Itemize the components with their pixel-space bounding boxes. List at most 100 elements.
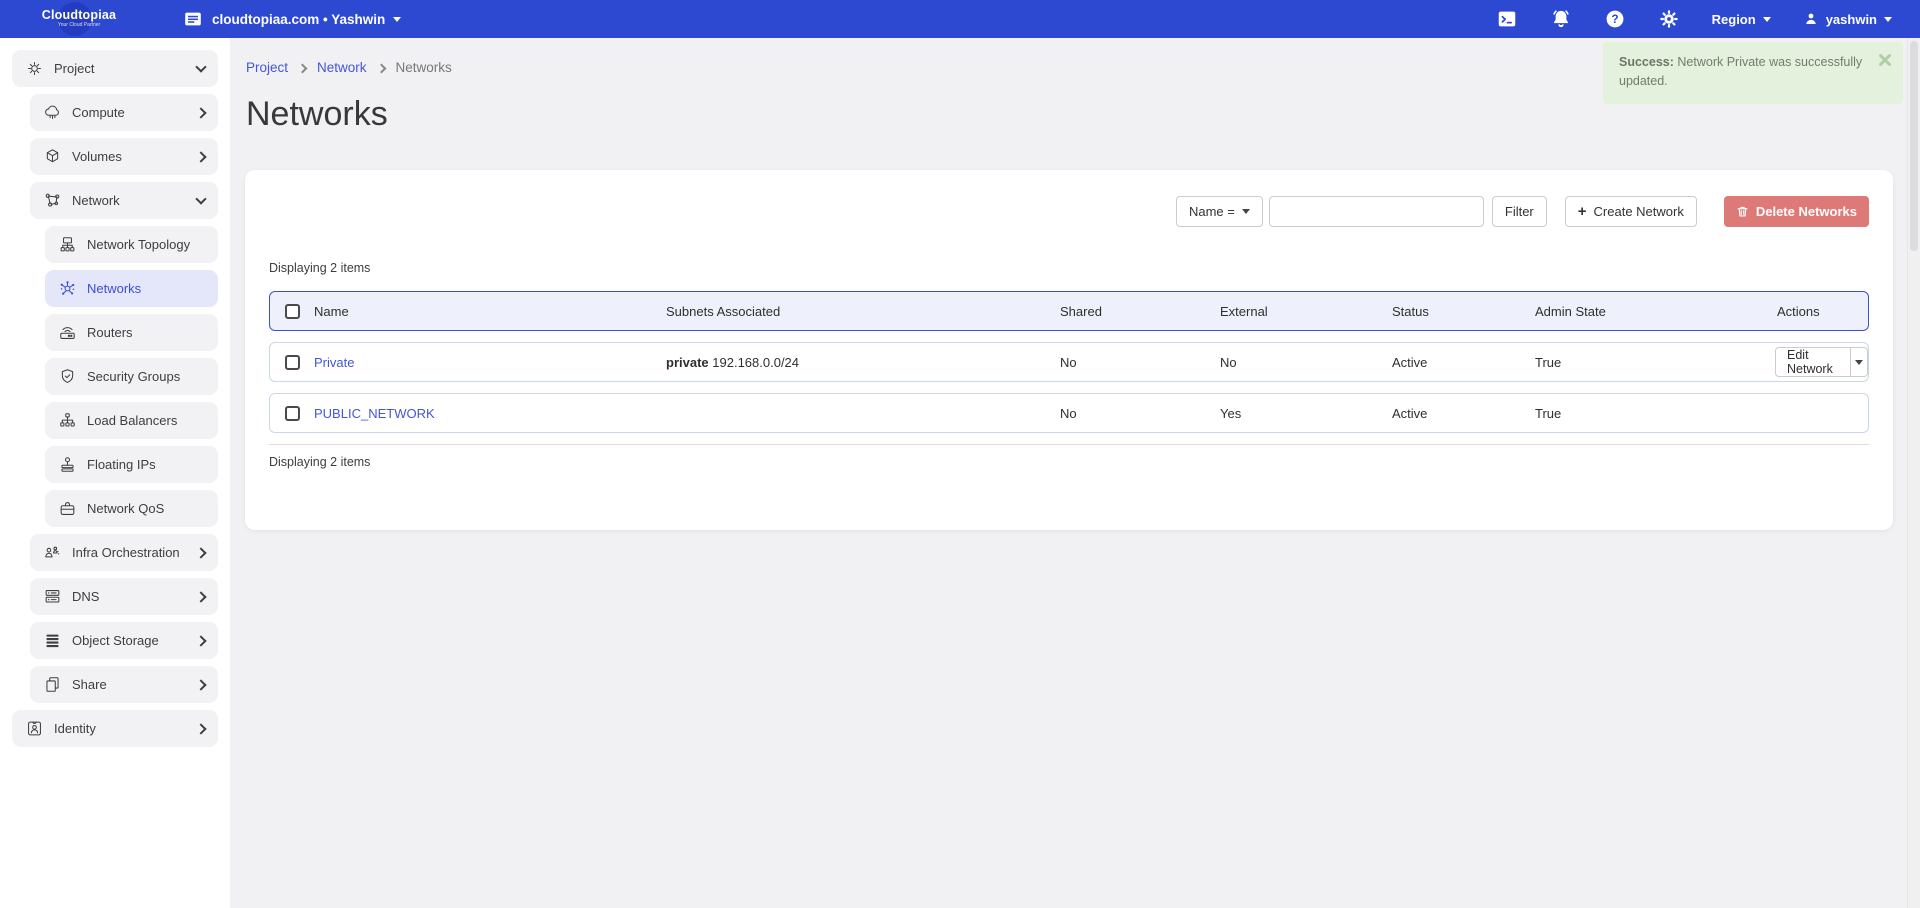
cell-admin-state: True bbox=[1535, 355, 1775, 370]
sidebar-item-networks[interactable]: Networks bbox=[45, 270, 218, 307]
create-network-button[interactable]: + Create Network bbox=[1565, 196, 1697, 227]
sidebar-item-label: Compute bbox=[72, 105, 125, 120]
breadcrumb-project[interactable]: Project bbox=[246, 60, 288, 75]
sidebar-item-security-groups[interactable]: Security Groups bbox=[45, 358, 218, 395]
edit-network-button[interactable]: Edit Network bbox=[1776, 348, 1850, 376]
sidebar-item-floating-ips[interactable]: Floating IPs bbox=[45, 446, 218, 483]
table-footer-divider bbox=[269, 444, 1869, 445]
close-icon[interactable] bbox=[1877, 52, 1893, 68]
sidebar-item-compute[interactable]: Compute bbox=[30, 94, 218, 131]
filter-field-dropdown[interactable]: Name = bbox=[1176, 196, 1263, 227]
breadcrumb-networks: Networks bbox=[396, 60, 452, 75]
project-context-switcher[interactable]: cloudtopiaa.com • Yashwin bbox=[182, 8, 401, 30]
cell-external: Yes bbox=[1220, 406, 1392, 421]
svg-text:?: ? bbox=[1611, 12, 1618, 26]
notifications-bell-icon[interactable] bbox=[1550, 8, 1572, 30]
filter-button[interactable]: Filter bbox=[1492, 196, 1547, 227]
sidebar-item-identity[interactable]: Identity bbox=[12, 710, 218, 747]
sidebar-item-dns[interactable]: DNS bbox=[30, 578, 218, 615]
select-all-checkbox[interactable] bbox=[285, 304, 300, 319]
filter-input[interactable] bbox=[1269, 196, 1484, 227]
load-balancer-icon bbox=[58, 411, 77, 430]
sidebar-item-label: Routers bbox=[87, 325, 133, 340]
identity-icon bbox=[25, 719, 44, 738]
column-header-subnets: Subnets Associated bbox=[666, 304, 1060, 319]
network-qos-icon bbox=[58, 499, 77, 518]
sidebar-item-routers[interactable]: Routers bbox=[45, 314, 218, 351]
sidebar-item-label: Share bbox=[72, 677, 107, 692]
sidebar-item-network[interactable]: Network bbox=[30, 182, 218, 219]
chevron-down-icon bbox=[1855, 360, 1863, 365]
security-groups-icon bbox=[58, 367, 77, 386]
vertical-scrollbar[interactable] bbox=[1907, 38, 1920, 908]
chevron-right-icon bbox=[298, 63, 308, 73]
row-checkbox[interactable] bbox=[285, 355, 300, 370]
cell-shared: No bbox=[1060, 355, 1220, 370]
column-header-status: Status bbox=[1392, 304, 1535, 319]
console-icon[interactable] bbox=[1496, 8, 1518, 30]
breadcrumb: Project Network Networks bbox=[246, 60, 452, 75]
sidebar-item-label: Networks bbox=[87, 281, 141, 296]
chevron-right-icon bbox=[195, 591, 206, 602]
sidebar-item-label: Volumes bbox=[72, 149, 122, 164]
chevron-down-icon bbox=[1884, 17, 1892, 22]
project-icon bbox=[25, 59, 44, 78]
sidebar-item-label: Project bbox=[54, 61, 94, 76]
sidebar-item-volumes[interactable]: Volumes bbox=[30, 138, 218, 175]
items-count-top: Displaying 2 items bbox=[269, 261, 1869, 275]
settings-gear-icon[interactable] bbox=[1658, 8, 1680, 30]
sidebar-item-network-qos[interactable]: Network QoS bbox=[45, 490, 218, 527]
breadcrumb-network[interactable]: Network bbox=[317, 60, 367, 75]
top-navbar: Cloudtopiaa Your Cloud Partner cloudtopi… bbox=[0, 0, 1920, 38]
items-count-bottom: Displaying 2 items bbox=[269, 455, 1869, 469]
delete-networks-button[interactable]: Delete Networks bbox=[1724, 196, 1869, 227]
cell-status: Active bbox=[1392, 355, 1535, 370]
floating-ips-icon bbox=[58, 455, 77, 474]
sidebar-item-project[interactable]: Project bbox=[12, 50, 218, 87]
row-checkbox[interactable] bbox=[285, 406, 300, 421]
sidebar-item-infra-orchestration[interactable]: Infra Orchestration bbox=[30, 534, 218, 571]
sidebar-item-label: Load Balancers bbox=[87, 413, 177, 428]
column-header-actions: Actions bbox=[1775, 304, 1868, 319]
networks-panel: Name = Filter + Create Network Delete Ne… bbox=[245, 170, 1893, 530]
delete-networks-label: Delete Networks bbox=[1756, 204, 1857, 219]
cloudtopiaa-logo[interactable]: Cloudtopiaa Your Cloud Partner bbox=[24, 9, 134, 28]
chevron-right-icon bbox=[195, 723, 206, 734]
chevron-down-icon bbox=[195, 193, 206, 204]
sidebar-item-label: Object Storage bbox=[72, 633, 159, 648]
chevron-right-icon bbox=[195, 107, 206, 118]
sidebar-item-object-storage[interactable]: Object Storage bbox=[30, 622, 218, 659]
share-icon bbox=[43, 675, 62, 694]
sidebar-item-network-topology[interactable]: Network Topology bbox=[45, 226, 218, 263]
chevron-right-icon bbox=[195, 635, 206, 646]
column-header-external: External bbox=[1220, 304, 1392, 319]
scrollbar-thumb[interactable] bbox=[1910, 41, 1918, 251]
infra-orchestration-icon bbox=[43, 543, 62, 562]
region-selector[interactable]: Region bbox=[1712, 12, 1771, 27]
column-header-admin-state: Admin State bbox=[1535, 304, 1775, 319]
network-link-private[interactable]: Private bbox=[314, 355, 354, 370]
create-network-label: Create Network bbox=[1594, 204, 1684, 219]
router-icon bbox=[58, 323, 77, 342]
help-icon[interactable]: ? bbox=[1604, 8, 1626, 30]
chevron-right-icon bbox=[195, 151, 206, 162]
chevron-down-icon bbox=[1242, 209, 1250, 214]
user-menu[interactable]: yashwin bbox=[1803, 11, 1892, 27]
table-row: Private private 192.168.0.0/24 No No Act… bbox=[269, 342, 1869, 382]
sidebar-item-label: Security Groups bbox=[87, 369, 180, 384]
table-row: PUBLIC_NETWORK No Yes Active True bbox=[269, 393, 1869, 433]
cell-external: No bbox=[1220, 355, 1392, 370]
compute-cloud-icon bbox=[43, 103, 62, 122]
network-link-public[interactable]: PUBLIC_NETWORK bbox=[314, 406, 435, 421]
user-icon bbox=[1803, 11, 1819, 27]
chevron-right-icon bbox=[376, 63, 386, 73]
sidebar-item-load-balancers[interactable]: Load Balancers bbox=[45, 402, 218, 439]
sidebar-item-label: Infra Orchestration bbox=[72, 545, 180, 560]
sidebar-item-share[interactable]: Share bbox=[30, 666, 218, 703]
table-toolbar: Name = Filter + Create Network Delete Ne… bbox=[269, 196, 1869, 227]
sidebar-item-label: Floating IPs bbox=[87, 457, 156, 472]
sidebar-item-label: Network Topology bbox=[87, 237, 190, 252]
actions-dropdown-toggle[interactable] bbox=[1850, 348, 1867, 376]
sidebar-item-label: DNS bbox=[72, 589, 99, 604]
cell-admin-state: True bbox=[1535, 406, 1775, 421]
